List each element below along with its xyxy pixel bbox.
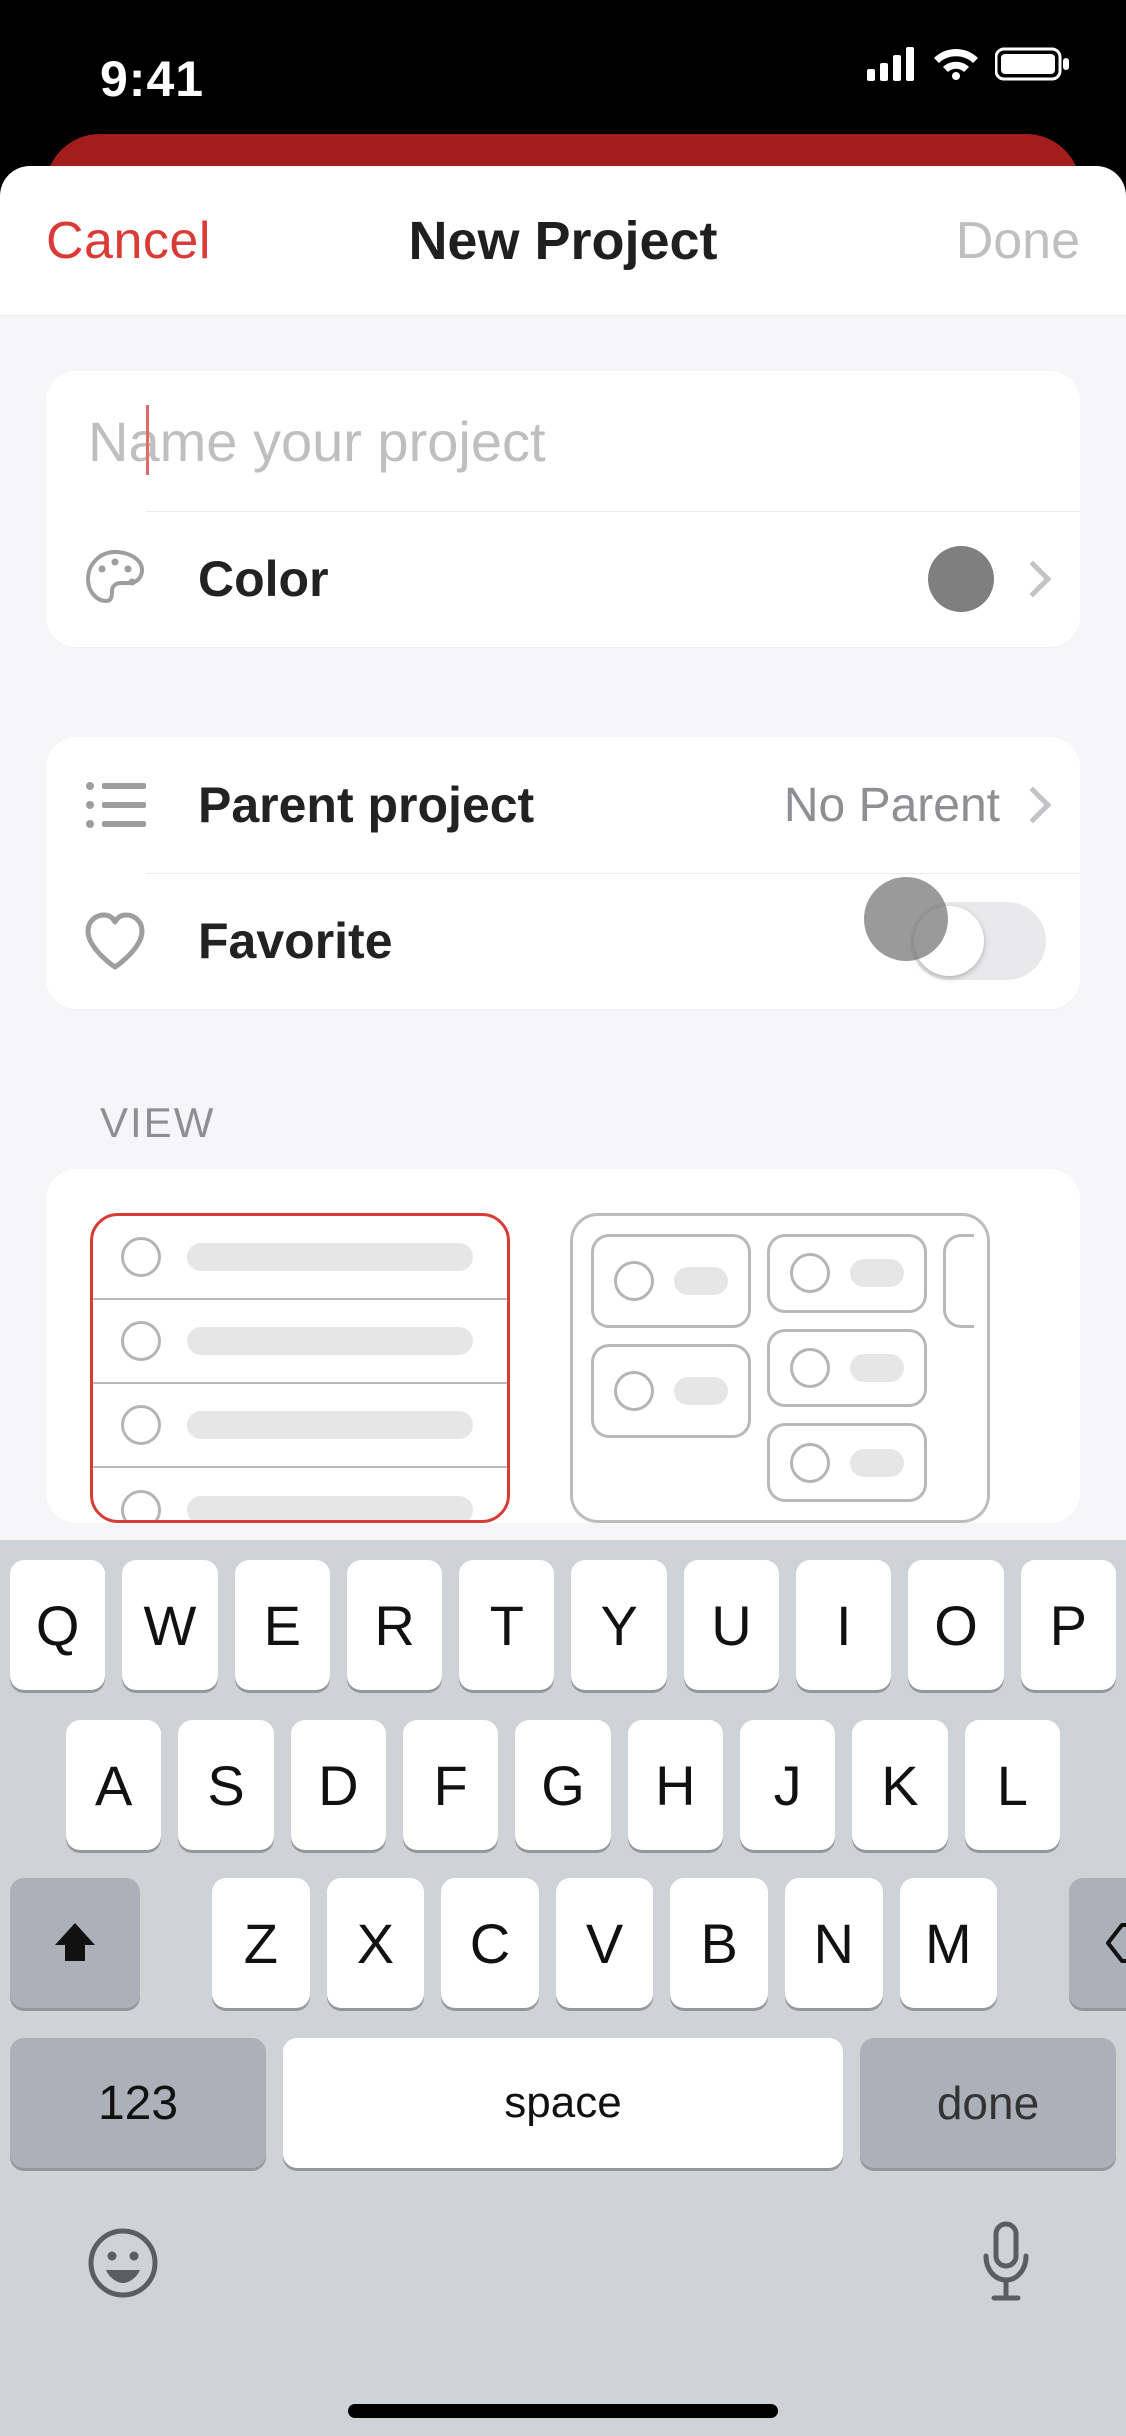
home-indicator[interactable]: [348, 2404, 778, 2418]
key-z[interactable]: Z: [212, 1878, 310, 2008]
parent-project-value: No Parent: [784, 778, 1000, 833]
keyboard-row-1: QWERTYUIOP: [0, 1560, 1126, 1690]
palette-icon: [80, 544, 150, 614]
key-g[interactable]: G: [515, 1720, 610, 1850]
parent-project-label: Parent project: [198, 776, 784, 834]
toggle-thumb: [914, 906, 984, 976]
text-cursor: [146, 405, 149, 475]
key-c[interactable]: C: [441, 1878, 539, 2008]
key-w[interactable]: W: [122, 1560, 217, 1690]
favorite-row: Favorite: [46, 873, 1080, 1009]
card-name-color: Color: [46, 371, 1080, 647]
keyboard-row-3: ZXCVBNM: [0, 1878, 1126, 2008]
status-bar: 9:41: [0, 0, 1126, 130]
favorite-label: Favorite: [198, 912, 910, 970]
key-p[interactable]: P: [1021, 1560, 1116, 1690]
key-j[interactable]: J: [740, 1720, 835, 1850]
key-d[interactable]: D: [291, 1720, 386, 1850]
wifi-icon: [931, 46, 981, 82]
key-n[interactable]: N: [785, 1878, 883, 2008]
project-name-row[interactable]: [46, 371, 1080, 511]
parent-project-row[interactable]: Parent project No Parent: [46, 737, 1080, 873]
cancel-button[interactable]: Cancel: [46, 211, 211, 271]
keyboard-row-2: ASDFGHJKL: [0, 1720, 1126, 1850]
color-swatch: [928, 546, 994, 612]
key-done[interactable]: done: [860, 2038, 1116, 2168]
key-b[interactable]: B: [670, 1878, 768, 2008]
keyboard-bottom-row: [0, 2208, 1126, 2328]
battery-icon: [995, 46, 1071, 82]
key-e[interactable]: E: [235, 1560, 330, 1690]
view-option-board[interactable]: [570, 1213, 990, 1523]
key-space[interactable]: space: [283, 2038, 843, 2168]
key-shift[interactable]: [10, 1878, 140, 2008]
key-o[interactable]: O: [908, 1560, 1003, 1690]
mic-icon[interactable]: [976, 2220, 1036, 2304]
heart-icon: [80, 906, 150, 976]
key-r[interactable]: R: [347, 1560, 442, 1690]
done-button[interactable]: Done: [956, 211, 1080, 271]
key-backspace[interactable]: [1069, 1878, 1126, 2008]
key-t[interactable]: T: [459, 1560, 554, 1690]
chevron-right-icon: [1015, 561, 1052, 598]
key-l[interactable]: L: [965, 1720, 1060, 1850]
color-label: Color: [198, 550, 928, 608]
key-m[interactable]: M: [900, 1878, 998, 2008]
view-options: [46, 1169, 1080, 1523]
key-x[interactable]: X: [327, 1878, 425, 2008]
project-name-input[interactable]: [84, 371, 1046, 511]
color-row[interactable]: Color: [46, 511, 1080, 647]
key-f[interactable]: F: [403, 1720, 498, 1850]
new-project-sheet: Cancel New Project Done Color: [0, 166, 1126, 2436]
key-h[interactable]: H: [628, 1720, 723, 1850]
keyboard-row-4: 123 space done: [0, 2038, 1126, 2168]
status-icons: [867, 46, 1071, 82]
key-y[interactable]: Y: [571, 1560, 666, 1690]
key-numbers[interactable]: 123: [10, 2038, 266, 2168]
key-a[interactable]: A: [66, 1720, 161, 1850]
favorite-toggle[interactable]: [910, 902, 1046, 980]
view-section-header: VIEW: [100, 1099, 1126, 1147]
list-icon: [80, 770, 150, 840]
key-u[interactable]: U: [684, 1560, 779, 1690]
keyboard: QWERTYUIOP ASDFGHJKL ZXCVBNM 123 space d…: [0, 1540, 1126, 2436]
view-option-list[interactable]: [90, 1213, 510, 1523]
chevron-right-icon: [1015, 787, 1052, 824]
content-area: Color Parent project No Parent Favorite: [0, 316, 1126, 2436]
key-s[interactable]: S: [178, 1720, 273, 1850]
key-i[interactable]: I: [796, 1560, 891, 1690]
nav-bar: Cancel New Project Done: [0, 166, 1126, 316]
page-title: New Project: [408, 210, 717, 272]
key-v[interactable]: V: [556, 1878, 654, 2008]
status-time: 9:41: [100, 50, 204, 108]
key-q[interactable]: Q: [10, 1560, 105, 1690]
emoji-icon[interactable]: [86, 2226, 160, 2300]
key-k[interactable]: K: [852, 1720, 947, 1850]
cellular-icon: [867, 47, 917, 81]
card-parent-favorite: Parent project No Parent Favorite: [46, 737, 1080, 1009]
